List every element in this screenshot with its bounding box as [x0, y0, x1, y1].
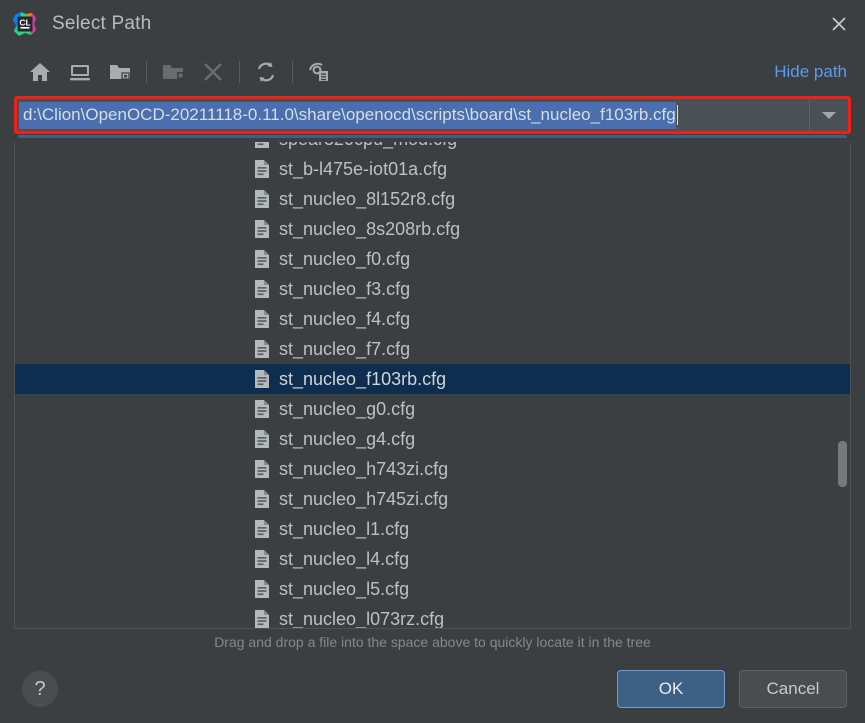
list-item[interactable]: st_nucleo_l4.cfg	[15, 544, 850, 574]
select-path-dialog: CL Select Path Hide path d:\Clion\OpenOC…	[0, 0, 865, 723]
dialog-footer: ? OK Cancel	[0, 655, 865, 723]
list-item-label: st_nucleo_l073rz.cfg	[279, 608, 445, 629]
file-cfg-icon	[253, 339, 271, 359]
drag-drop-hint: Drag and drop a file into the space abov…	[214, 634, 651, 650]
path-input-value: d:\Clion\OpenOCD-20211118-0.11.0\share\o…	[19, 101, 676, 129]
path-dropdown-button[interactable]	[809, 99, 848, 131]
list-item-label: st_nucleo_l1.cfg	[279, 518, 410, 539]
scrollbar-thumb[interactable]	[838, 441, 847, 487]
list-item-label: spear320cpu_mod.cfg	[279, 142, 457, 150]
file-list[interactable]: spear320cpu_mod.cfg st_b-l475e-iot01a.cfg…	[15, 142, 850, 628]
folder-drive-icon[interactable]	[100, 55, 140, 89]
list-item-label: st_nucleo_h743zi.cfg	[279, 458, 449, 479]
list-item[interactable]: st_nucleo_h743zi.cfg	[15, 454, 850, 484]
file-cfg-icon	[253, 609, 271, 628]
file-cfg-icon	[253, 399, 271, 419]
toolbar-separator	[292, 61, 293, 83]
list-item[interactable]: st_nucleo_8l152r8.cfg	[15, 184, 850, 214]
title-bar: CL Select Path	[0, 0, 865, 48]
file-tree-panel: spear320cpu_mod.cfg st_b-l475e-iot01a.cfg…	[14, 142, 851, 629]
toolbar-separator	[239, 61, 240, 83]
toolbar-separator	[146, 61, 147, 83]
svg-text:CL: CL	[19, 17, 30, 27]
list-item[interactable]: st_b-l475e-iot01a.cfg	[15, 154, 850, 184]
path-input[interactable]: d:\Clion\OpenOCD-20211118-0.11.0\share\o…	[17, 99, 809, 131]
list-item-label: st_nucleo_l5.cfg	[279, 578, 410, 599]
text-caret	[676, 105, 678, 125]
help-button[interactable]: ?	[22, 671, 58, 707]
hide-path-link[interactable]: Hide path	[774, 62, 847, 82]
chevron-down-icon	[822, 111, 836, 119]
file-cfg-icon	[253, 549, 271, 569]
list-item-label: st_nucleo_8l152r8.cfg	[279, 188, 456, 209]
page-title: Select Path	[52, 13, 152, 34]
delete-icon[interactable]	[193, 55, 233, 89]
toolbar: Hide path	[0, 48, 865, 96]
list-item[interactable]: st_nucleo_f3.cfg	[15, 274, 850, 304]
close-icon[interactable]	[813, 0, 865, 48]
file-cfg-icon	[253, 189, 271, 209]
list-item-label: st_nucleo_f0.cfg	[279, 248, 411, 269]
list-item[interactable]: st_nucleo_f4.cfg	[15, 304, 850, 334]
list-item[interactable]: st_nucleo_8s208rb.cfg	[15, 214, 850, 244]
clion-logo-icon: CL	[12, 11, 38, 37]
file-cfg-icon	[253, 369, 271, 389]
list-item-label: st_nucleo_8s208rb.cfg	[279, 218, 461, 239]
list-item-label: st_nucleo_h745zi.cfg	[279, 488, 449, 509]
file-cfg-icon	[253, 459, 271, 479]
file-cfg-icon	[253, 159, 271, 179]
list-item-label: st_nucleo_g0.cfg	[279, 398, 416, 419]
file-cfg-icon	[253, 489, 271, 509]
list-item-label: st_nucleo_g4.cfg	[279, 428, 416, 449]
list-item-label: st_nucleo_f7.cfg	[279, 338, 411, 359]
file-cfg-icon	[253, 579, 271, 599]
list-item[interactable]: st_nucleo_l5.cfg	[15, 574, 850, 604]
desktop-icon[interactable]	[60, 55, 100, 89]
path-focus-underline	[18, 135, 847, 138]
list-item-label: st_nucleo_l4.cfg	[279, 548, 410, 569]
file-cfg-icon	[253, 519, 271, 539]
list-item[interactable]: st_nucleo_f0.cfg	[15, 244, 850, 274]
file-cfg-icon	[253, 219, 271, 239]
list-item[interactable]: st_nucleo_h745zi.cfg	[15, 484, 850, 514]
list-item-label: st_nucleo_f4.cfg	[279, 308, 411, 329]
file-cfg-icon	[253, 429, 271, 449]
list-item[interactable]: st_nucleo_f103rb.cfg	[15, 364, 850, 394]
list-item[interactable]: st_nucleo_l073rz.cfg	[15, 604, 850, 629]
list-item[interactable]: st_nucleo_f7.cfg	[15, 334, 850, 364]
cancel-button[interactable]: Cancel	[739, 670, 847, 708]
ok-button[interactable]: OK	[617, 670, 725, 708]
show-hidden-files-icon[interactable]	[299, 55, 339, 89]
list-item[interactable]: st_nucleo_g4.cfg	[15, 424, 850, 454]
refresh-icon[interactable]	[246, 55, 286, 89]
list-item[interactable]: spear320cpu_mod.cfg	[15, 142, 850, 154]
list-item-label: st_b-l475e-iot01a.cfg	[279, 158, 448, 179]
file-cfg-icon	[253, 279, 271, 299]
file-cfg-icon	[253, 142, 271, 149]
file-cfg-icon	[253, 309, 271, 329]
vertical-scrollbar[interactable]	[836, 144, 848, 626]
list-item[interactable]: st_nucleo_g0.cfg	[15, 394, 850, 424]
new-folder-icon[interactable]	[153, 55, 193, 89]
path-field-row: d:\Clion\OpenOCD-20211118-0.11.0\share\o…	[14, 96, 851, 138]
home-icon[interactable]	[20, 55, 60, 89]
list-item-label: st_nucleo_f3.cfg	[279, 278, 411, 299]
list-item-label: st_nucleo_f103rb.cfg	[279, 368, 447, 389]
file-cfg-icon	[253, 249, 271, 269]
list-item[interactable]: st_nucleo_l1.cfg	[15, 514, 850, 544]
